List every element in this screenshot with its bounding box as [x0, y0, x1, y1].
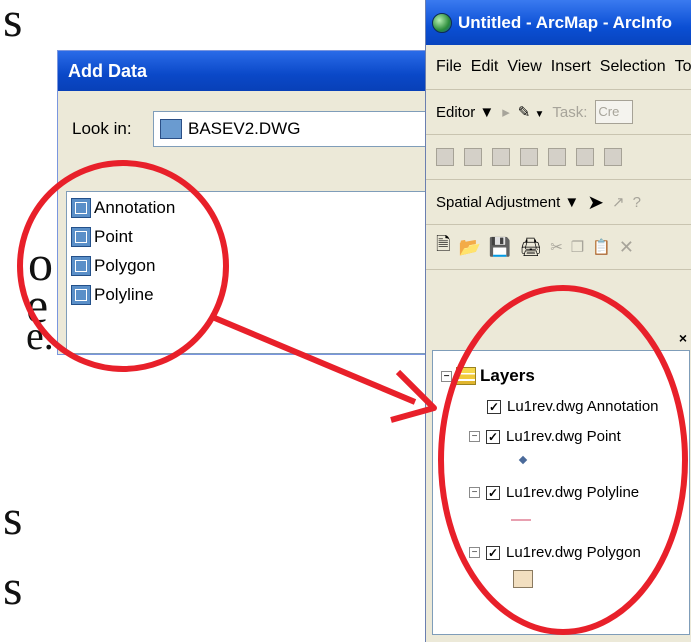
layer-name: Lu1rev.dwg Polyline — [506, 484, 640, 501]
list-item[interactable]: Polygon — [71, 256, 155, 276]
layers-label: Layers — [480, 366, 535, 385]
select-elements-icon[interactable]: ➤ — [587, 190, 604, 215]
spatial-adjustment-toolbar: Spatial Adjustment ▼ ➤ ↗ ? — [426, 180, 691, 225]
slide-text-fragment: s — [3, 489, 23, 545]
spatial-adjustment-menu-button[interactable]: Spatial Adjustment ▼ — [436, 194, 579, 211]
toolbar-button-icon[interactable] — [464, 148, 482, 166]
dialog-title: Add Data — [58, 51, 436, 91]
sketch-tool-icon[interactable]: ✎ ▼ — [518, 103, 545, 121]
layers-group[interactable]: − Layers — [441, 366, 535, 386]
collapse-icon[interactable]: − — [469, 547, 480, 558]
collapse-icon[interactable]: − — [441, 370, 452, 382]
task-dropdown[interactable]: Cre — [595, 100, 634, 124]
delete-icon[interactable]: ✕ — [619, 237, 634, 258]
editor-menu-button[interactable]: Editor ▼ — [436, 104, 494, 121]
copy-icon[interactable]: ❐ — [571, 238, 584, 256]
file-list[interactable]: Annotation Point Polygon Polyline — [66, 191, 438, 354]
toc-close-button[interactable]: × — [679, 330, 687, 346]
menu-insert[interactable]: Insert — [551, 58, 591, 76]
polygon-feature-class-icon — [71, 256, 91, 276]
list-item-label: Annotation — [94, 198, 176, 217]
line-symbol-icon — [511, 519, 531, 521]
list-item-label: Polygon — [94, 256, 156, 275]
topology-toolbar — [426, 135, 691, 180]
arcmap-titlebar: Untitled - ArcMap - ArcInfo — [426, 0, 691, 45]
edit-tool-icon[interactable]: ▸ — [502, 103, 510, 121]
menu-edit[interactable]: Edit — [471, 58, 499, 76]
layer-row[interactable]: ✓ Lu1rev.dwg Annotation — [487, 398, 659, 415]
layer-visibility-checkbox[interactable]: ✓ — [486, 545, 500, 560]
polyline-feature-class-icon — [71, 285, 91, 305]
menu-selection[interactable]: Selection — [600, 58, 666, 76]
menu-tools[interactable]: Too — [675, 58, 691, 76]
layer-row[interactable]: − ✓ Lu1rev.dwg Point — [469, 428, 621, 445]
arcmap-globe-icon — [432, 12, 452, 33]
paste-icon[interactable]: 📋 — [592, 238, 611, 256]
list-item-label: Point — [94, 227, 133, 246]
list-item[interactable]: Point — [71, 227, 133, 247]
layer-name: Lu1rev.dwg Polygon — [506, 544, 641, 561]
layers-stack-icon — [456, 367, 476, 385]
collapse-icon[interactable]: − — [469, 431, 480, 442]
layer-visibility-checkbox[interactable]: ✓ — [486, 485, 500, 500]
save-icon[interactable]: 💾 — [489, 237, 511, 258]
list-item-label: Polyline — [94, 285, 154, 304]
list-item[interactable]: Annotation — [71, 198, 175, 218]
menu-bar: File Edit View Insert Selection Too — [426, 45, 691, 90]
new-document-icon[interactable]: 🗎 — [436, 232, 450, 262]
cad-dataset-icon — [160, 119, 182, 139]
look-in-value: BASEV2.DWG — [188, 119, 301, 138]
help-icon[interactable]: ? — [633, 194, 641, 211]
toolbar-button-icon[interactable] — [492, 148, 510, 166]
slide-text-fragment: s — [3, 559, 23, 615]
list-item[interactable]: Polyline — [71, 285, 154, 305]
toolbar-button-icon[interactable] — [520, 148, 538, 166]
point-feature-class-icon — [71, 227, 91, 247]
toolbar-button-icon[interactable] — [576, 148, 594, 166]
layer-name: Lu1rev.dwg Annotation — [507, 398, 659, 415]
menu-file[interactable]: File — [436, 58, 462, 76]
add-data-dialog: Add Data Look in: BASEV2.DWG Annotation … — [57, 50, 443, 355]
layer-visibility-checkbox[interactable]: ✓ — [486, 429, 500, 444]
task-label: Task: — [552, 103, 588, 121]
menu-view[interactable]: View — [507, 58, 541, 76]
toolbar-button-icon[interactable] — [604, 148, 622, 166]
look-in-dropdown[interactable]: BASEV2.DWG — [153, 111, 443, 147]
open-folder-icon[interactable]: 📂 — [458, 237, 480, 258]
editor-toolbar: Editor ▼ ▸ ✎ ▼ Task: Cre — [426, 90, 691, 135]
layer-name: Lu1rev.dwg Point — [506, 428, 621, 445]
table-of-contents: − Layers ✓ Lu1rev.dwg Annotation − ✓ Lu1… — [432, 350, 690, 635]
layer-visibility-checkbox[interactable]: ✓ — [487, 399, 501, 414]
point-symbol-icon — [518, 455, 528, 465]
look-in-label: Look in: — [72, 119, 132, 138]
annotation-feature-class-icon — [71, 198, 91, 218]
standard-toolbar: 🗎 📂 💾 🖨 ✂ ❐ 📋 ✕ — [426, 225, 691, 270]
window-title: Untitled - ArcMap - ArcInfo — [458, 12, 673, 32]
arcmap-window: Untitled - ArcMap - ArcInfo File Edit Vi… — [425, 0, 691, 642]
print-icon[interactable]: 🖨 — [519, 237, 542, 258]
collapse-icon[interactable]: − — [469, 487, 480, 498]
layer-row[interactable]: − ✓ Lu1rev.dwg Polygon — [469, 544, 641, 561]
polygon-symbol-icon — [513, 570, 533, 588]
toolbar-button-icon[interactable] — [548, 148, 566, 166]
toolbar-button-icon[interactable] — [436, 148, 454, 166]
slide-text-fragment: e. — [26, 313, 54, 358]
layer-row[interactable]: − ✓ Lu1rev.dwg Polyline — [469, 484, 639, 501]
cut-icon[interactable]: ✂ — [550, 238, 563, 256]
new-link-icon[interactable]: ↗ — [612, 193, 625, 211]
slide-text-fragment: s — [3, 0, 23, 47]
